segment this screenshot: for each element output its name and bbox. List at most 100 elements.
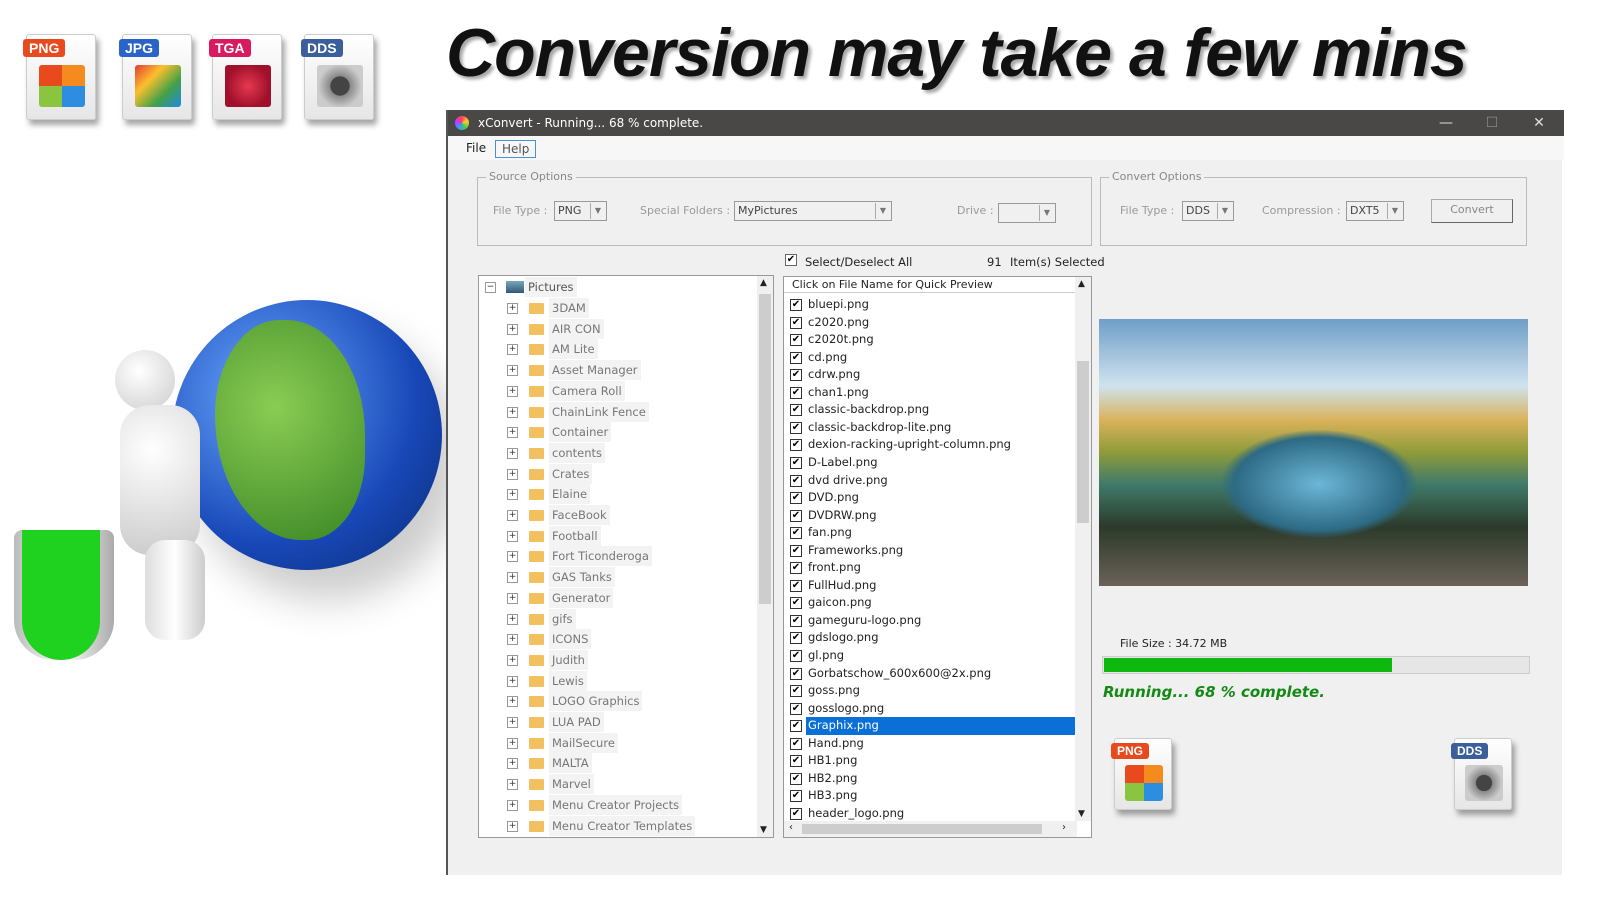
tree-folder[interactable]: + Asset Manager (479, 360, 759, 381)
file-row[interactable]: ✔ Gorbatschow_600x600@2x.png (788, 665, 1075, 683)
expand-icon[interactable]: + (507, 799, 518, 811)
tree-folder[interactable]: + AM Lite (479, 339, 759, 360)
file-row[interactable]: ✔ c2020t.png (788, 331, 1075, 349)
expand-icon[interactable]: + (507, 551, 518, 563)
file-checkbox[interactable]: ✔ (790, 650, 802, 662)
file-row[interactable]: ✔ classic-backdrop-lite.png (788, 419, 1075, 437)
tree-folder[interactable]: + MailSecure (479, 732, 759, 753)
file-name[interactable]: HB1.png (806, 752, 859, 770)
file-list-scrollbar[interactable]: ▲ ▼ (1075, 277, 1091, 821)
chevron-down-icon[interactable]: ▼ (760, 825, 767, 835)
file-row[interactable]: ✔ DVD.png (788, 489, 1075, 507)
file-checkbox[interactable]: ✔ (790, 597, 802, 610)
file-row[interactable]: ✔ dexion-racking-upright-column.png (788, 436, 1075, 454)
tree-root[interactable]: − Pictures (479, 277, 759, 297)
tree-folder[interactable]: + Container (479, 422, 759, 443)
file-checkbox[interactable]: ✔ (790, 299, 802, 311)
file-name[interactable]: c2020.png (806, 314, 871, 332)
file-checkbox[interactable]: ✔ (790, 474, 802, 487)
expand-icon[interactable]: + (507, 344, 518, 356)
file-name[interactable]: gl.png (806, 647, 846, 665)
expand-icon[interactable]: + (507, 696, 518, 708)
expand-icon[interactable]: + (507, 303, 518, 314)
file-row[interactable]: ✔ Graphix.png (788, 717, 1075, 735)
expand-icon[interactable]: + (507, 572, 518, 584)
expand-icon[interactable]: + (507, 820, 518, 832)
file-row[interactable]: ✔ HB1.png (788, 752, 1075, 770)
file-name[interactable]: front.png (806, 559, 863, 577)
file-list-hscrollbar[interactable]: ‹ › (784, 821, 1077, 837)
tree-folder[interactable]: + ChainLink Fence (479, 401, 759, 422)
chevron-up-icon[interactable]: ▲ (1078, 279, 1085, 289)
file-name[interactable]: goss.png (806, 682, 862, 700)
tree-folder[interactable]: + Menu Creator Projects (479, 794, 759, 815)
file-name[interactable]: header_logo.png (806, 805, 906, 823)
tree-scroll-thumb[interactable] (759, 294, 771, 604)
tree-folder[interactable]: + FaceBook (479, 505, 759, 525)
tree-folder[interactable]: +3DAM (479, 298, 759, 318)
file-name[interactable]: gaicon.png (806, 594, 874, 612)
expand-icon[interactable]: + (507, 717, 518, 728)
file-checkbox[interactable]: ✔ (790, 720, 802, 733)
expand-icon[interactable]: + (507, 675, 518, 687)
file-name[interactable]: HB2.png (806, 770, 859, 788)
file-row[interactable]: ✔ dvd drive.png (788, 472, 1075, 490)
file-name[interactable]: Graphix.png (806, 717, 1075, 735)
file-name[interactable]: gosslogo.png (806, 700, 886, 718)
file-row[interactable]: ✔ fan.png (788, 524, 1075, 542)
file-name[interactable]: classic-backdrop-lite.png (806, 419, 953, 437)
file-row[interactable]: ✔ bluepi.png (788, 296, 1075, 314)
file-name[interactable]: FullHud.png (806, 577, 878, 595)
tree-folder[interactable]: + Crates (479, 463, 759, 484)
file-row[interactable]: ✔ front.png (788, 559, 1075, 577)
file-name[interactable]: c2020t.png (806, 331, 876, 349)
menu-file[interactable]: File (460, 140, 492, 156)
tree-folder[interactable]: + ICONS (479, 629, 759, 650)
maximize-button[interactable]: ☐ (1469, 110, 1515, 136)
expand-icon[interactable]: + (507, 510, 518, 521)
file-checkbox[interactable]: ✔ (790, 404, 802, 417)
file-list[interactable]: Click on File Name for Quick Preview ✔ bl… (783, 276, 1092, 838)
file-row[interactable]: ✔ HB2.png (788, 770, 1075, 788)
convert-file-type-select[interactable]: DDS ▼ (1182, 201, 1234, 221)
file-checkbox[interactable]: ✔ (790, 456, 802, 469)
file-checkbox[interactable]: ✔ (790, 702, 802, 715)
tree-folder[interactable]: + LUA PAD (479, 712, 759, 732)
tree-folder[interactable]: + AIR CON (479, 318, 759, 339)
tree-folder[interactable]: + contents (479, 442, 759, 463)
file-name[interactable]: cd.png (806, 349, 849, 367)
file-row[interactable]: ✔ gaicon.png (788, 594, 1075, 612)
file-checkbox[interactable]: ✔ (790, 790, 802, 803)
expand-icon[interactable]: + (507, 758, 518, 770)
expand-icon[interactable]: + (507, 323, 518, 335)
expand-icon[interactable]: + (507, 634, 518, 646)
drive-select[interactable]: ▼ (998, 203, 1056, 223)
file-name[interactable]: DVD.png (806, 489, 861, 507)
file-name[interactable]: HB3.png (806, 787, 859, 805)
file-checkbox[interactable]: ✔ (790, 807, 802, 820)
file-checkbox[interactable]: ✔ (790, 509, 802, 522)
tree-folder[interactable]: + Football (479, 525, 759, 546)
file-checkbox[interactable]: ✔ (790, 544, 802, 557)
expand-icon[interactable]: + (507, 365, 518, 377)
tree-folder[interactable]: + gifs (479, 608, 759, 629)
expand-icon[interactable]: + (507, 592, 518, 604)
chevron-left-icon[interactable]: ‹ (789, 822, 793, 833)
file-checkbox[interactable]: ✔ (790, 755, 802, 768)
tree-folder[interactable]: + MALTA (479, 753, 759, 774)
file-checkbox[interactable]: ✔ (790, 369, 802, 382)
file-checkbox[interactable]: ✔ (790, 772, 802, 785)
file-name[interactable]: fan.png (806, 524, 854, 542)
file-row[interactable]: ✔ c2020.png (788, 314, 1075, 332)
expand-icon[interactable]: + (507, 447, 518, 459)
expand-icon[interactable]: + (507, 385, 518, 397)
file-checkbox[interactable]: ✔ (790, 527, 802, 540)
file-row[interactable]: ✔ gdslogo.png (788, 629, 1075, 647)
tree-folder[interactable]: + Fort Ticonderoga (479, 546, 759, 567)
minimize-button[interactable]: — (1423, 110, 1469, 136)
expand-icon[interactable]: + (507, 489, 518, 501)
file-name[interactable]: cdrw.png (806, 366, 862, 384)
expand-icon[interactable]: + (507, 737, 518, 749)
file-name[interactable]: gdslogo.png (806, 629, 881, 647)
file-row[interactable]: ✔ Frameworks.png (788, 542, 1075, 560)
